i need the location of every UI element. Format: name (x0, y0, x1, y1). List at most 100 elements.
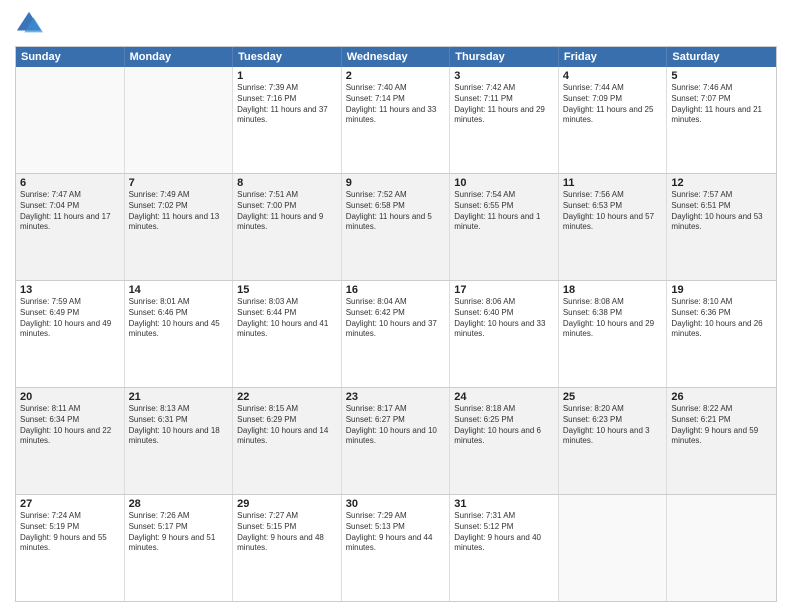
calendar-cell: 14Sunrise: 8:01 AM Sunset: 6:46 PM Dayli… (125, 281, 234, 387)
calendar-cell (125, 67, 234, 173)
day-number: 17 (454, 284, 554, 296)
day-info: Sunrise: 8:08 AM Sunset: 6:38 PM Dayligh… (563, 297, 663, 340)
day-info: Sunrise: 7:57 AM Sunset: 6:51 PM Dayligh… (671, 190, 772, 233)
day-info: Sunrise: 8:20 AM Sunset: 6:23 PM Dayligh… (563, 404, 663, 447)
calendar-week-3: 13Sunrise: 7:59 AM Sunset: 6:49 PM Dayli… (16, 281, 776, 388)
day-number: 27 (20, 498, 120, 510)
day-number: 5 (671, 70, 772, 82)
day-info: Sunrise: 8:18 AM Sunset: 6:25 PM Dayligh… (454, 404, 554, 447)
day-info: Sunrise: 7:46 AM Sunset: 7:07 PM Dayligh… (671, 83, 772, 126)
day-number: 23 (346, 391, 446, 403)
day-number: 4 (563, 70, 663, 82)
day-number: 29 (237, 498, 337, 510)
day-info: Sunrise: 8:13 AM Sunset: 6:31 PM Dayligh… (129, 404, 229, 447)
weekday-header-monday: Monday (125, 47, 234, 67)
day-info: Sunrise: 7:24 AM Sunset: 5:19 PM Dayligh… (20, 511, 120, 554)
day-number: 25 (563, 391, 663, 403)
calendar-cell: 7Sunrise: 7:49 AM Sunset: 7:02 PM Daylig… (125, 174, 234, 280)
day-info: Sunrise: 7:29 AM Sunset: 5:13 PM Dayligh… (346, 511, 446, 554)
calendar-week-4: 20Sunrise: 8:11 AM Sunset: 6:34 PM Dayli… (16, 388, 776, 495)
day-info: Sunrise: 8:06 AM Sunset: 6:40 PM Dayligh… (454, 297, 554, 340)
calendar-week-1: 1Sunrise: 7:39 AM Sunset: 7:16 PM Daylig… (16, 67, 776, 174)
day-info: Sunrise: 7:40 AM Sunset: 7:14 PM Dayligh… (346, 83, 446, 126)
day-number: 24 (454, 391, 554, 403)
calendar-cell: 15Sunrise: 8:03 AM Sunset: 6:44 PM Dayli… (233, 281, 342, 387)
day-info: Sunrise: 7:42 AM Sunset: 7:11 PM Dayligh… (454, 83, 554, 126)
header (15, 10, 777, 38)
weekday-header-friday: Friday (559, 47, 668, 67)
day-number: 9 (346, 177, 446, 189)
calendar-cell: 18Sunrise: 8:08 AM Sunset: 6:38 PM Dayli… (559, 281, 668, 387)
calendar-cell: 9Sunrise: 7:52 AM Sunset: 6:58 PM Daylig… (342, 174, 451, 280)
day-info: Sunrise: 7:51 AM Sunset: 7:00 PM Dayligh… (237, 190, 337, 233)
day-info: Sunrise: 8:17 AM Sunset: 6:27 PM Dayligh… (346, 404, 446, 447)
day-info: Sunrise: 8:11 AM Sunset: 6:34 PM Dayligh… (20, 404, 120, 447)
calendar-cell: 23Sunrise: 8:17 AM Sunset: 6:27 PM Dayli… (342, 388, 451, 494)
day-info: Sunrise: 7:59 AM Sunset: 6:49 PM Dayligh… (20, 297, 120, 340)
day-info: Sunrise: 7:49 AM Sunset: 7:02 PM Dayligh… (129, 190, 229, 233)
calendar-header: SundayMondayTuesdayWednesdayThursdayFrid… (16, 47, 776, 67)
day-number: 18 (563, 284, 663, 296)
calendar-cell: 3Sunrise: 7:42 AM Sunset: 7:11 PM Daylig… (450, 67, 559, 173)
page: SundayMondayTuesdayWednesdayThursdayFrid… (0, 0, 792, 612)
day-info: Sunrise: 7:39 AM Sunset: 7:16 PM Dayligh… (237, 83, 337, 126)
calendar-cell: 8Sunrise: 7:51 AM Sunset: 7:00 PM Daylig… (233, 174, 342, 280)
calendar-cell: 31Sunrise: 7:31 AM Sunset: 5:12 PM Dayli… (450, 495, 559, 601)
calendar-cell (667, 495, 776, 601)
calendar-cell: 12Sunrise: 7:57 AM Sunset: 6:51 PM Dayli… (667, 174, 776, 280)
day-number: 13 (20, 284, 120, 296)
weekday-header-wednesday: Wednesday (342, 47, 451, 67)
calendar-cell: 19Sunrise: 8:10 AM Sunset: 6:36 PM Dayli… (667, 281, 776, 387)
day-info: Sunrise: 8:01 AM Sunset: 6:46 PM Dayligh… (129, 297, 229, 340)
day-number: 2 (346, 70, 446, 82)
day-number: 11 (563, 177, 663, 189)
day-number: 1 (237, 70, 337, 82)
weekday-header-thursday: Thursday (450, 47, 559, 67)
day-number: 31 (454, 498, 554, 510)
calendar-cell: 4Sunrise: 7:44 AM Sunset: 7:09 PM Daylig… (559, 67, 668, 173)
day-info: Sunrise: 8:15 AM Sunset: 6:29 PM Dayligh… (237, 404, 337, 447)
calendar-cell: 10Sunrise: 7:54 AM Sunset: 6:55 PM Dayli… (450, 174, 559, 280)
day-number: 3 (454, 70, 554, 82)
day-number: 21 (129, 391, 229, 403)
day-number: 16 (346, 284, 446, 296)
day-number: 22 (237, 391, 337, 403)
day-number: 10 (454, 177, 554, 189)
day-number: 7 (129, 177, 229, 189)
calendar-cell: 27Sunrise: 7:24 AM Sunset: 5:19 PM Dayli… (16, 495, 125, 601)
day-info: Sunrise: 7:44 AM Sunset: 7:09 PM Dayligh… (563, 83, 663, 126)
calendar-body: 1Sunrise: 7:39 AM Sunset: 7:16 PM Daylig… (16, 67, 776, 601)
calendar-cell: 11Sunrise: 7:56 AM Sunset: 6:53 PM Dayli… (559, 174, 668, 280)
day-info: Sunrise: 7:56 AM Sunset: 6:53 PM Dayligh… (563, 190, 663, 233)
day-number: 30 (346, 498, 446, 510)
calendar-cell: 16Sunrise: 8:04 AM Sunset: 6:42 PM Dayli… (342, 281, 451, 387)
calendar-cell: 21Sunrise: 8:13 AM Sunset: 6:31 PM Dayli… (125, 388, 234, 494)
day-info: Sunrise: 7:26 AM Sunset: 5:17 PM Dayligh… (129, 511, 229, 554)
calendar-cell (559, 495, 668, 601)
day-info: Sunrise: 7:54 AM Sunset: 6:55 PM Dayligh… (454, 190, 554, 233)
calendar-cell: 13Sunrise: 7:59 AM Sunset: 6:49 PM Dayli… (16, 281, 125, 387)
calendar-cell: 26Sunrise: 8:22 AM Sunset: 6:21 PM Dayli… (667, 388, 776, 494)
logo (15, 10, 47, 38)
day-number: 19 (671, 284, 772, 296)
calendar-cell: 17Sunrise: 8:06 AM Sunset: 6:40 PM Dayli… (450, 281, 559, 387)
day-number: 14 (129, 284, 229, 296)
day-number: 8 (237, 177, 337, 189)
day-number: 20 (20, 391, 120, 403)
calendar-cell: 5Sunrise: 7:46 AM Sunset: 7:07 PM Daylig… (667, 67, 776, 173)
calendar-cell: 1Sunrise: 7:39 AM Sunset: 7:16 PM Daylig… (233, 67, 342, 173)
calendar-cell: 30Sunrise: 7:29 AM Sunset: 5:13 PM Dayli… (342, 495, 451, 601)
day-info: Sunrise: 8:03 AM Sunset: 6:44 PM Dayligh… (237, 297, 337, 340)
calendar-cell: 29Sunrise: 7:27 AM Sunset: 5:15 PM Dayli… (233, 495, 342, 601)
day-number: 12 (671, 177, 772, 189)
calendar-cell: 24Sunrise: 8:18 AM Sunset: 6:25 PM Dayli… (450, 388, 559, 494)
weekday-header-tuesday: Tuesday (233, 47, 342, 67)
day-info: Sunrise: 8:04 AM Sunset: 6:42 PM Dayligh… (346, 297, 446, 340)
day-number: 6 (20, 177, 120, 189)
calendar-cell: 22Sunrise: 8:15 AM Sunset: 6:29 PM Dayli… (233, 388, 342, 494)
calendar-cell: 25Sunrise: 8:20 AM Sunset: 6:23 PM Dayli… (559, 388, 668, 494)
calendar-week-2: 6Sunrise: 7:47 AM Sunset: 7:04 PM Daylig… (16, 174, 776, 281)
calendar-cell (16, 67, 125, 173)
day-number: 26 (671, 391, 772, 403)
calendar-cell: 6Sunrise: 7:47 AM Sunset: 7:04 PM Daylig… (16, 174, 125, 280)
